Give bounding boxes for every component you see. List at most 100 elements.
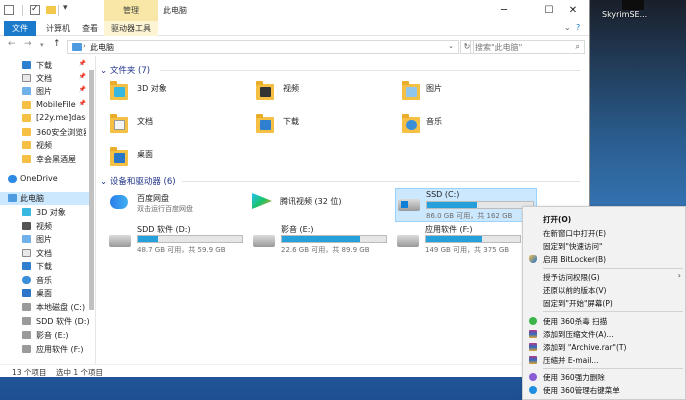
nav-item-drive-e[interactable]: 影音 (E:) [0, 329, 94, 342]
nav-label: 视频 [36, 222, 52, 231]
pc-icon [72, 43, 82, 51]
up-arrow-icon[interactable]: ↑ [53, 39, 61, 49]
menu-item-add-archive-rar[interactable]: 添加到 "Archive.rar"(T) [523, 340, 686, 353]
nav-scrollbar[interactable] [88, 60, 95, 360]
nav-item-this-pc[interactable]: 此电脑 [0, 192, 94, 205]
drive-name: 影音 (E:) [281, 225, 314, 234]
videos-folder-icon [256, 81, 274, 100]
nav-item-folder[interactable]: [22y.me]dasd-6 [0, 112, 94, 125]
winrar-icon [529, 330, 537, 338]
manage-context-tab[interactable]: 管理 [104, 0, 158, 21]
tab-drive-tools[interactable]: 驱动器工具 [104, 21, 158, 36]
folders-section-header[interactable]: ⌄ 文件夹 (7) [100, 64, 150, 76]
tab-file[interactable]: 文件 [4, 21, 36, 36]
close-button[interactable]: ✕ [556, 0, 590, 21]
drive-icon [253, 235, 275, 247]
drive-icon [397, 235, 419, 247]
drive-f-tile[interactable]: 应用软件 (F:) 149 GB 可用，共 375 GB [395, 223, 522, 257]
nav-item-documents[interactable]: 文档 📌 [0, 72, 94, 85]
nav-item-folder[interactable]: 360安全浏览器 [0, 126, 94, 139]
customize-toolbar-icon[interactable]: ▾ [63, 3, 68, 13]
nav-item-folder[interactable]: 视频 [0, 139, 94, 152]
back-arrow-icon[interactable]: ← [8, 39, 16, 49]
address-field[interactable]: › 此电脑 ⌄ [67, 40, 459, 54]
breadcrumb[interactable]: 此电脑 [90, 42, 114, 53]
menu-item-open[interactable]: 打开(O) [523, 212, 686, 225]
folder-label: 3D 对象 [137, 84, 167, 93]
drive-icon [22, 303, 31, 311]
downloads-folder-icon [256, 114, 274, 133]
menu-item-bitlocker[interactable]: 启用 BitLocker(B) [523, 252, 686, 265]
status-bar: 13 个项目 选中 1 个项目 [0, 364, 590, 377]
menu-item-label: 使用 360管理右键菜单 [543, 386, 620, 395]
menu-item-grant-access[interactable]: 授予访问权限(G) › [523, 270, 686, 283]
devices-section-header[interactable]: ⌄ 设备和驱动器 (6) [100, 175, 176, 187]
shield-icon [529, 255, 537, 263]
nav-item-drive-f[interactable]: 应用软件 (F:) [0, 343, 94, 356]
nav-item-folder[interactable]: 幸会黑酒屋 [0, 153, 94, 166]
ribbon-tabs: 文件 计算机 查看 驱动器工具 ⌄ ? [0, 21, 589, 36]
pictures-folder-icon [402, 81, 420, 100]
menu-item-open-new-window[interactable]: 在新窗口中打开(E) [523, 226, 686, 239]
menu-item-compress-email[interactable]: 压缩并 E-mail... [523, 353, 686, 366]
menu-separator [543, 268, 683, 269]
nav-label: 音乐 [36, 276, 52, 285]
pin-icon: 📌 [78, 60, 86, 67]
desktop-shortcut-label[interactable]: SkyrimSE... [602, 10, 647, 19]
item-count: 13 个项目 [12, 368, 47, 377]
nav-item-drive-d[interactable]: SDD 软件 (D:) [0, 315, 94, 328]
tab-view[interactable]: 查看 [76, 21, 104, 36]
search-input[interactable]: 搜索"此电脑" ⌕ [470, 40, 585, 54]
address-history-icon[interactable]: ⌄ [448, 42, 454, 50]
chevron-down-icon[interactable]: ⌄ [100, 66, 107, 76]
nav-item-pictures[interactable]: 图片 [0, 233, 94, 246]
drive-usage-bar [426, 201, 534, 209]
desktop-folder-icon [110, 147, 128, 166]
menu-item-360-force-delete[interactable]: 使用 360强力删除 [523, 370, 686, 383]
submenu-arrow-icon: › [677, 271, 681, 280]
download-icon [22, 61, 31, 69]
drive-usage-fill [426, 236, 483, 242]
menu-item-label: 使用 360杀毒 扫描 [543, 317, 608, 326]
drive-icon [109, 235, 131, 247]
menu-item-add-archive[interactable]: 添加到压缩文件(A)... [523, 327, 686, 340]
download-icon [22, 262, 31, 270]
nav-item-desktop[interactable]: 桌面 [0, 287, 94, 300]
folder-icon [22, 141, 31, 149]
nav-item-3d-objects[interactable]: 3D 对象 [0, 206, 94, 219]
nav-item-pictures[interactable]: 图片 📌 [0, 85, 94, 98]
nav-label: 文档 [36, 74, 52, 83]
menu-item-360-scan[interactable]: 使用 360杀毒 扫描 [523, 314, 686, 327]
nav-item-downloads[interactable]: 下载 📌 [0, 59, 94, 72]
chevron-down-icon[interactable]: ⌄ [564, 23, 571, 32]
nav-item-mobilefile[interactable]: MobileFile 📌 [0, 99, 94, 112]
drive-d-tile[interactable]: SDD 软件 (D:) 48.7 GB 可用，共 59.9 GB [107, 223, 249, 257]
help-icon[interactable]: ? [576, 23, 580, 32]
forward-arrow-icon[interactable]: → [24, 39, 32, 49]
minimize-button[interactable]: ─ [487, 0, 521, 21]
new-folder-icon[interactable] [46, 6, 56, 14]
recent-locations-icon[interactable]: ▾ [40, 41, 44, 49]
nav-item-videos[interactable]: 视频 [0, 220, 94, 233]
menu-item-restore-versions[interactable]: 还原以前的版本(V) [523, 283, 686, 296]
nav-item-music[interactable]: 音乐 [0, 274, 94, 287]
chevron-down-icon[interactable]: ⌄ [100, 177, 107, 187]
drive-c-tile[interactable]: SSD (C:) 86.0 GB 可用，共 162 GB [395, 188, 537, 222]
menu-item-pin-start[interactable]: 固定到"开始"屏幕(P) [523, 296, 686, 309]
nav-item-onedrive[interactable]: OneDrive [0, 173, 94, 186]
nav-scrollbar-thumb[interactable] [89, 70, 94, 310]
tab-computer[interactable]: 计算机 [40, 21, 76, 36]
pin-icon: 📌 [78, 73, 86, 80]
menu-item-360-menu-manager[interactable]: 使用 360管理右键菜单 [523, 383, 686, 396]
nav-label: 桌面 [36, 289, 52, 298]
menu-item-pin-quick-access[interactable]: 固定到"快速访问" [523, 239, 686, 252]
system-drive-icon [398, 199, 420, 211]
quick-access-properties-icon[interactable] [4, 5, 14, 15]
nav-item-downloads[interactable]: 下载 [0, 260, 94, 273]
nav-item-documents[interactable]: 文档 [0, 247, 94, 260]
folder-label: 文档 [137, 117, 153, 126]
drive-e-tile[interactable]: 影音 (E:) 22.6 GB 可用，共 89.9 GB [251, 223, 393, 257]
3d-icon [22, 208, 31, 216]
nav-item-drive-c[interactable]: 本地磁盘 (C:) [0, 301, 94, 314]
breadcrumb-separator-icon[interactable]: › [83, 42, 86, 50]
